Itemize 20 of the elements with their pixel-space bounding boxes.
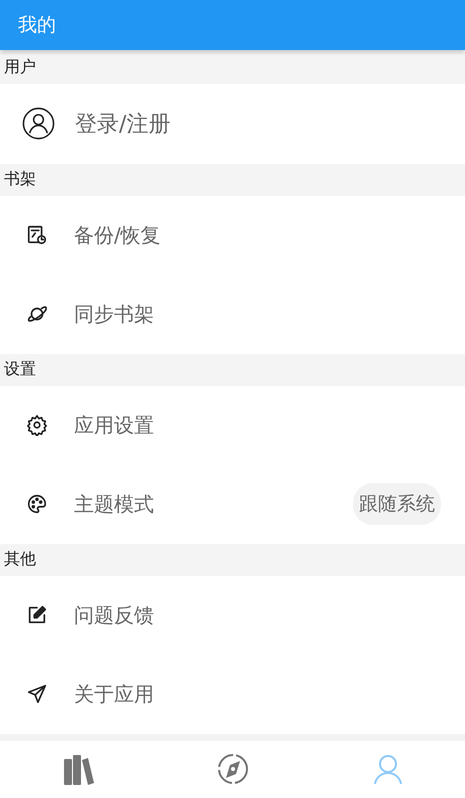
- compass-icon: [216, 752, 250, 786]
- menu-item-label[interactable]: 问题反馈: [74, 602, 440, 629]
- menu-item-label[interactable]: 登录/注册: [75, 108, 440, 139]
- section-title: 用户: [4, 57, 36, 78]
- value-chip[interactable]: 跟随系统: [353, 483, 441, 526]
- send-icon: [26, 683, 48, 706]
- menu-item-label[interactable]: 主题模式: [74, 490, 327, 518]
- palette-icon: [26, 493, 48, 516]
- user-icon: [372, 753, 402, 786]
- menu-item-label[interactable]: 应用设置: [74, 412, 440, 439]
- user-icon: [22, 107, 55, 140]
- app-bar-title: 我的: [18, 12, 56, 38]
- menu-item-label[interactable]: 备份/恢复: [74, 222, 440, 249]
- settings-icon: [26, 414, 48, 436]
- section-title: 设置: [4, 359, 36, 380]
- backup-icon: [26, 224, 48, 246]
- section-title: 书架: [4, 169, 36, 190]
- section-title: 其他: [4, 549, 36, 570]
- menu-item-label[interactable]: 关于应用: [74, 680, 440, 708]
- menu-item-label[interactable]: 同步书架: [74, 300, 440, 328]
